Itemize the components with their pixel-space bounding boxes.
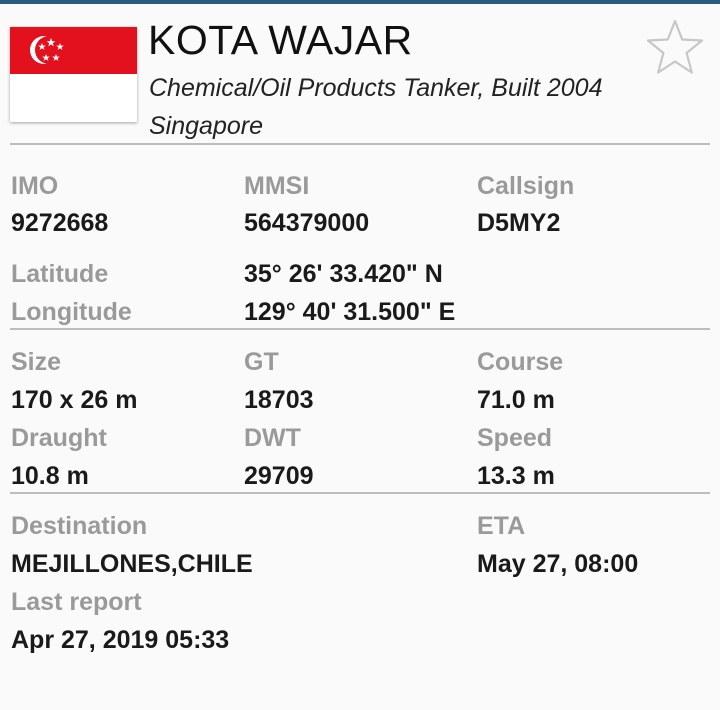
course-value: 71.0 m [477,386,555,414]
dwt-label: DWT [244,424,301,452]
draught-label: Draught [11,424,107,452]
last-report-value: Apr 27, 2019 05:33 [11,626,230,654]
eta-value: May 27, 08:00 [477,550,639,578]
singapore-flag-icon [10,27,137,122]
imo-value: 9272668 [11,209,109,237]
destination-label: Destination [11,512,148,540]
ship-country: Singapore [149,112,263,140]
divider [10,492,710,494]
speed-value: 13.3 m [477,462,555,490]
gt-value: 18703 [244,386,314,414]
eta-label: ETA [477,512,526,540]
gt-label: GT [244,348,279,376]
mmsi-value: 564379000 [244,209,370,237]
size-label: Size [11,348,62,376]
last-report-label: Last report [11,588,142,616]
callsign-value: D5MY2 [477,209,561,237]
callsign-label: Callsign [477,172,575,200]
latitude-label: Latitude [11,260,109,288]
divider [10,328,710,330]
longitude-label: Longitude [11,298,132,326]
course-label: Course [477,348,564,376]
ship-name: KOTA WAJAR [148,17,413,63]
divider [10,143,710,145]
imo-label: IMO [11,172,59,200]
mmsi-label: MMSI [244,172,310,200]
latitude-value: 35° 26' 33.420" N [244,260,443,288]
star-outline-icon[interactable] [645,18,705,76]
longitude-value: 129° 40' 31.500" E [244,298,456,326]
draught-value: 10.8 m [11,462,89,490]
ship-type: Chemical/Oil Products Tanker, Built 2004 [149,74,603,102]
destination-value: MEJILLONES,CHILE [11,550,253,578]
dwt-value: 29709 [244,462,314,490]
speed-label: Speed [477,424,553,452]
top-accent-bar [0,0,720,4]
size-value: 170 x 26 m [11,386,138,414]
